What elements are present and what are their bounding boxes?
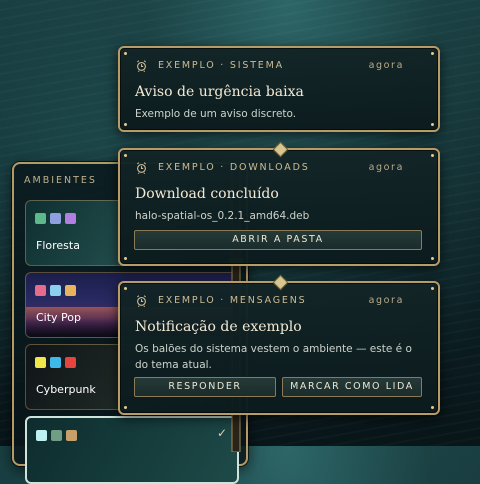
notification-body: halo-spatial-os_0.2.1_amd64.deb — [135, 210, 310, 222]
color-swatch — [51, 430, 62, 441]
color-swatch — [35, 213, 46, 224]
color-swatch — [65, 357, 76, 368]
color-swatch — [50, 213, 61, 224]
notification-body: Exemplo de um aviso discreto. — [135, 108, 297, 120]
notification-downloads: EXEMPLO · DOWNLOADS agora Download concl… — [118, 141, 440, 266]
bell-icon — [136, 295, 147, 307]
notification-title: Notificação de exemplo — [135, 319, 302, 335]
notification-title: Download concluído — [135, 186, 279, 202]
theme-name: Cyberpunk — [36, 383, 96, 396]
notification-body: Os balões do sistema vestem o ambiente —… — [135, 343, 412, 371]
bell-icon — [136, 162, 147, 174]
notification-app-name: EXEMPLO · SISTEMA — [158, 60, 284, 71]
notification-app-name: EXEMPLO · MENSAGENS — [158, 295, 307, 306]
color-swatch — [65, 285, 76, 296]
theme-swatches — [35, 285, 76, 296]
notification-header: EXEMPLO · MENSAGENS agora — [135, 294, 404, 307]
color-swatch — [35, 357, 46, 368]
notification-time: agora — [368, 162, 404, 173]
notification-time: agora — [368, 295, 404, 306]
color-swatch — [35, 285, 46, 296]
theme-name: City Pop — [36, 311, 82, 324]
color-swatch — [36, 430, 47, 441]
notification-mensagens: EXEMPLO · MENSAGENS agora Notificação de… — [118, 274, 440, 415]
notification-header: EXEMPLO · DOWNLOADS agora — [135, 161, 404, 174]
notification-sistema: EXEMPLO · SISTEMA agora Aviso de urgênci… — [118, 46, 440, 132]
color-swatch — [65, 213, 76, 224]
panel-title: AMBIENTES — [24, 175, 97, 186]
color-swatch — [50, 285, 61, 296]
notification-app-name: EXEMPLO · DOWNLOADS — [158, 162, 310, 173]
reply-button[interactable]: RESPONDER — [134, 377, 276, 397]
color-swatch — [66, 430, 77, 441]
theme-swatches — [35, 213, 76, 224]
open-folder-button[interactable]: ABRIR A PASTA — [134, 230, 422, 250]
theme-swatches — [36, 430, 77, 441]
notification-title: Aviso de urgência baixa — [135, 84, 304, 100]
theme-name: Floresta — [36, 239, 80, 252]
notification-time: agora — [368, 60, 404, 71]
theme-swatches — [35, 357, 76, 368]
notification-header: EXEMPLO · SISTEMA agora — [135, 59, 404, 72]
bell-icon — [136, 60, 147, 72]
mark-as-read-button[interactable]: MARCAR COMO LIDA — [282, 377, 422, 397]
theme-card-selected[interactable]: ✓ — [25, 416, 239, 484]
color-swatch — [50, 357, 61, 368]
